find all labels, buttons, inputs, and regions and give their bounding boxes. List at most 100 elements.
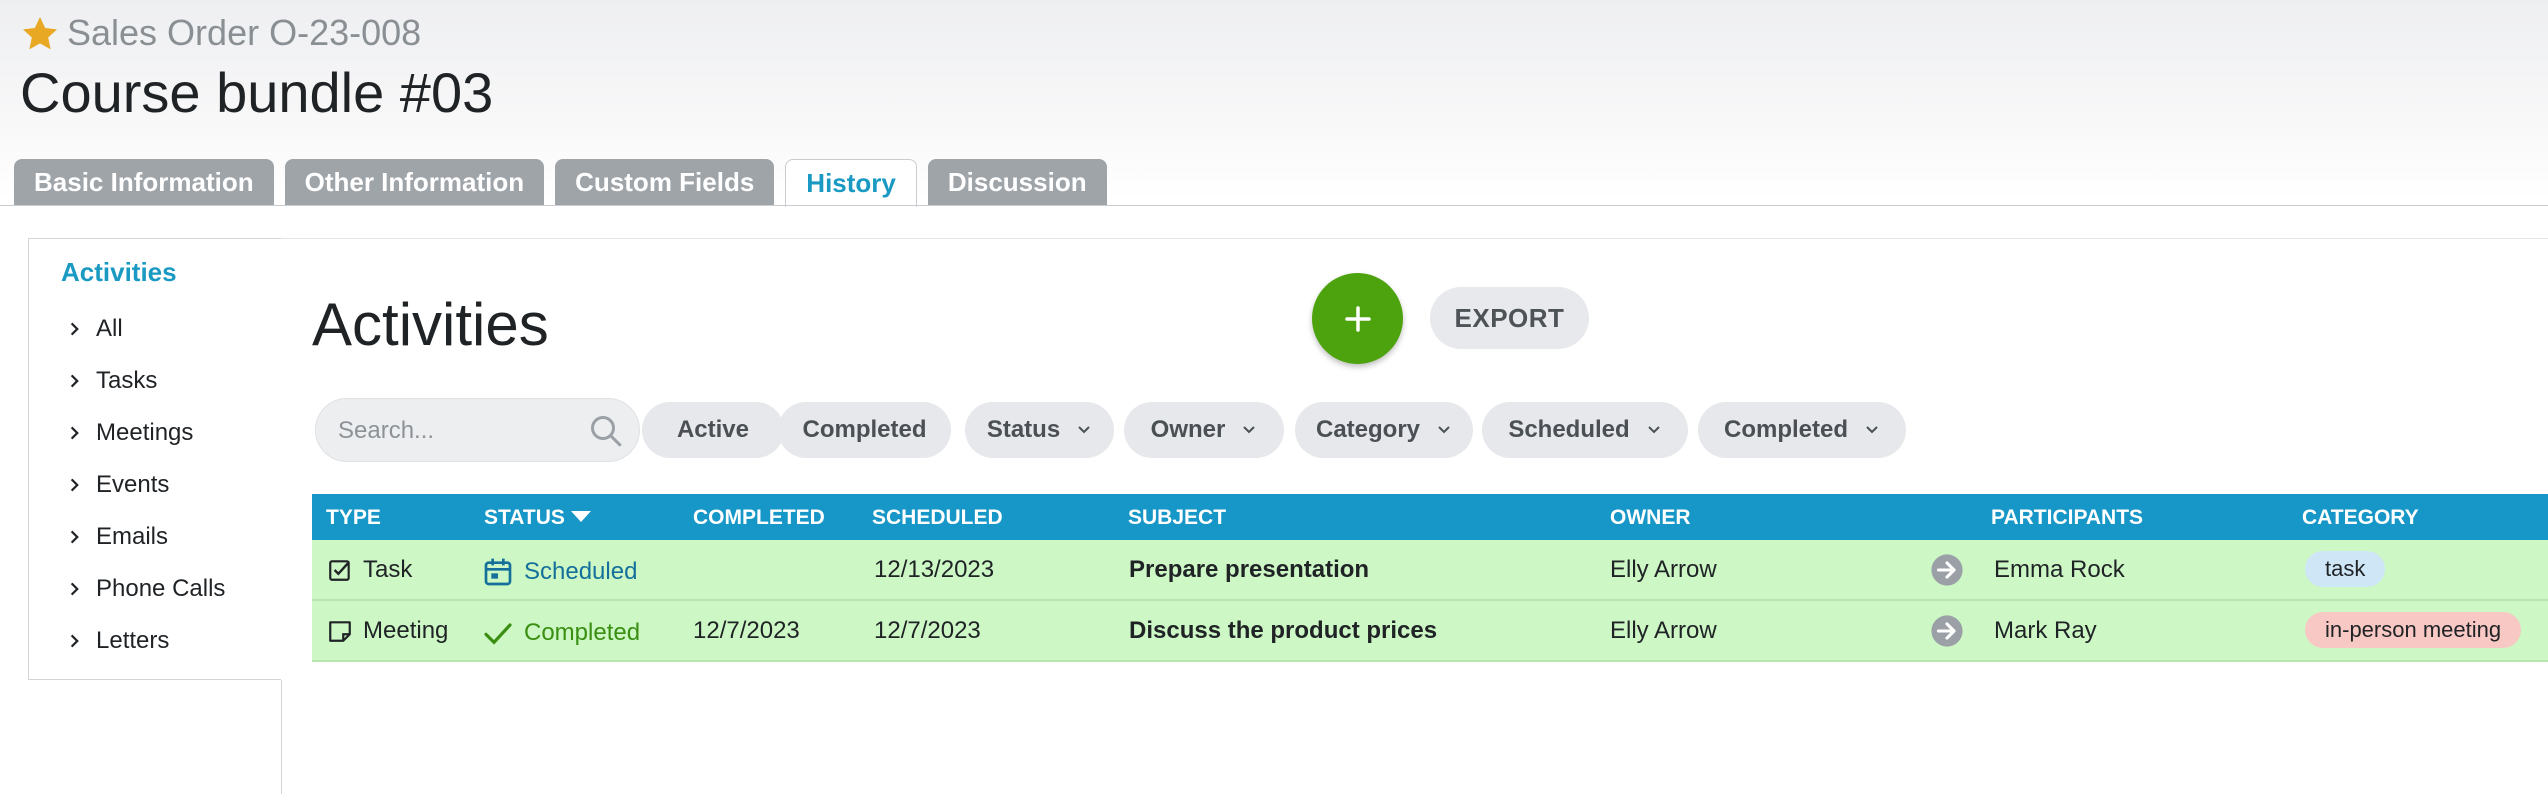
sidebar-item-emails[interactable]: Emails xyxy=(66,523,168,551)
chevron-down-icon xyxy=(1438,426,1450,434)
export-button[interactable]: EXPORT xyxy=(1430,287,1589,349)
filter-label: Completed xyxy=(802,416,927,443)
filter-active[interactable]: Active xyxy=(642,402,784,458)
filter-label: Owner xyxy=(1150,416,1226,443)
record-type-label: Sales Order O-23-008 xyxy=(67,12,431,54)
sidebar-item-label: Phone Calls xyxy=(96,575,226,602)
plus-icon xyxy=(1344,305,1371,332)
sidebar-item-phone-calls[interactable]: Phone Calls xyxy=(66,575,225,603)
sidebar-item-label: Events xyxy=(96,471,170,498)
sidebar-item-tasks[interactable]: Tasks xyxy=(66,367,157,395)
arrow-right-circle-icon[interactable] xyxy=(1930,614,1964,648)
chevron-right-icon xyxy=(70,322,79,336)
tab-bar: Basic Information Other Information Cust… xyxy=(14,159,1118,207)
chevron-down-icon xyxy=(1647,426,1660,434)
column-header-owner[interactable]: OWNER xyxy=(1610,506,1691,530)
filter-label: Status xyxy=(986,416,1061,443)
search-icon[interactable] xyxy=(588,413,624,449)
sidebar-item-meetings[interactable]: Meetings xyxy=(66,419,193,447)
status-cell: Scheduled xyxy=(482,556,637,588)
record-number: O-23-008 xyxy=(269,12,422,53)
filter-scheduled[interactable]: Scheduled xyxy=(1482,402,1688,458)
owner-cell: Elly Arrow xyxy=(1610,556,1717,583)
chevron-right-icon xyxy=(70,530,79,544)
tab-custom-fields[interactable]: Custom Fields xyxy=(555,159,775,206)
sort-descending-icon xyxy=(570,510,591,522)
chevron-right-icon xyxy=(70,426,79,440)
sidebar-item-events[interactable]: Events xyxy=(66,471,169,499)
filter-owner[interactable]: Owner xyxy=(1124,402,1284,458)
page-title: Course bundle #03 xyxy=(20,61,494,124)
participants-cell: Emma Rock xyxy=(1994,556,2125,583)
star-icon[interactable] xyxy=(20,14,60,54)
type-cell: Meeting xyxy=(327,617,448,645)
chevron-right-icon xyxy=(70,374,79,388)
sidebar-item-all[interactable]: All xyxy=(66,315,123,343)
calendar-icon xyxy=(484,558,512,586)
sidebar-item-label: Letters xyxy=(96,627,170,654)
sidebar-item-letters[interactable]: Letters xyxy=(66,627,169,655)
type-cell: Task xyxy=(327,556,412,584)
tab-other-information[interactable]: Other Information xyxy=(284,159,545,206)
column-header-type[interactable]: TYPE xyxy=(326,506,381,530)
status-label: Completed xyxy=(524,619,641,646)
table-row[interactable]: Meeting Completed 12/7/2023 12/7/2023 Di… xyxy=(312,601,2548,662)
filter-label: Completed xyxy=(1723,416,1848,443)
search-box xyxy=(315,398,640,462)
type-label: Meeting xyxy=(363,617,449,644)
chevron-right-icon xyxy=(70,582,79,596)
task-checkbox-icon xyxy=(329,560,350,581)
column-header-status[interactable]: STATUS xyxy=(484,506,591,530)
column-header-participants[interactable]: PARTICIPANTS xyxy=(1991,506,2143,530)
table-header: TYPE STATUS COMPLETED SCHEDULED SUBJECT … xyxy=(312,494,2548,540)
chevron-down-icon xyxy=(1078,426,1090,434)
arrow-right-circle-icon[interactable] xyxy=(1930,553,1964,587)
owner-cell: Elly Arrow xyxy=(1610,617,1717,644)
status-cell: Completed xyxy=(482,617,640,649)
filter-completed-date[interactable]: Completed xyxy=(1698,402,1906,458)
chevron-down-icon xyxy=(1243,426,1256,434)
chevron-down-icon xyxy=(1866,426,1878,434)
type-label: Task xyxy=(363,556,413,583)
sidebar-item-label: Meetings xyxy=(96,419,194,446)
record-type: Sales Order xyxy=(67,12,260,53)
tab-history[interactable]: History xyxy=(785,159,917,207)
status-label: Scheduled xyxy=(524,558,638,585)
subject-cell[interactable]: Prepare presentation xyxy=(1129,556,1369,584)
content-divider xyxy=(281,680,282,794)
meeting-note-icon xyxy=(329,621,351,642)
activities-sidebar: Activities All Tasks Meetings Events Ema… xyxy=(28,238,281,680)
table-row[interactable]: Task Scheduled 12/13/2023 Prepare presen… xyxy=(312,540,2548,601)
filter-completed[interactable]: Completed xyxy=(778,402,951,458)
category-badge: task xyxy=(2305,551,2386,587)
sidebar-item-label: Tasks xyxy=(96,367,158,394)
chevron-right-icon xyxy=(70,634,79,648)
content-top-border xyxy=(281,238,2548,239)
search-input[interactable] xyxy=(336,411,580,451)
activities-heading: Activities xyxy=(312,291,549,358)
column-header-subject[interactable]: SUBJECT xyxy=(1128,506,1226,530)
sidebar-item-label: All xyxy=(96,315,123,342)
tabs-divider xyxy=(0,205,2548,206)
chevron-right-icon xyxy=(70,478,79,492)
column-header-scheduled[interactable]: SCHEDULED xyxy=(872,506,1003,530)
column-header-category[interactable]: CATEGORY xyxy=(2302,506,2419,530)
subject-cell[interactable]: Discuss the product prices xyxy=(1129,617,1437,645)
participants-cell: Mark Ray xyxy=(1994,617,2097,644)
filter-label: Active xyxy=(676,416,750,443)
column-header-label: STATUS xyxy=(484,506,565,529)
filter-category[interactable]: Category xyxy=(1295,402,1473,458)
filter-label: Scheduled xyxy=(1508,416,1630,443)
filter-status[interactable]: Status xyxy=(965,402,1114,458)
scheduled-date-cell: 12/13/2023 xyxy=(874,556,995,583)
tab-discussion[interactable]: Discussion xyxy=(927,159,1107,206)
add-activity-button[interactable] xyxy=(1312,273,1403,364)
sidebar-title[interactable]: Activities xyxy=(61,257,177,288)
tab-basic-information[interactable]: Basic Information xyxy=(14,159,274,206)
category-badge: in-person meeting xyxy=(2305,612,2522,648)
column-header-completed[interactable]: COMPLETED xyxy=(693,506,825,530)
scheduled-date-cell: 12/7/2023 xyxy=(874,617,981,644)
filter-label: Category xyxy=(1315,416,1421,443)
checkmark-icon xyxy=(484,623,512,645)
sidebar-item-label: Emails xyxy=(96,523,169,550)
